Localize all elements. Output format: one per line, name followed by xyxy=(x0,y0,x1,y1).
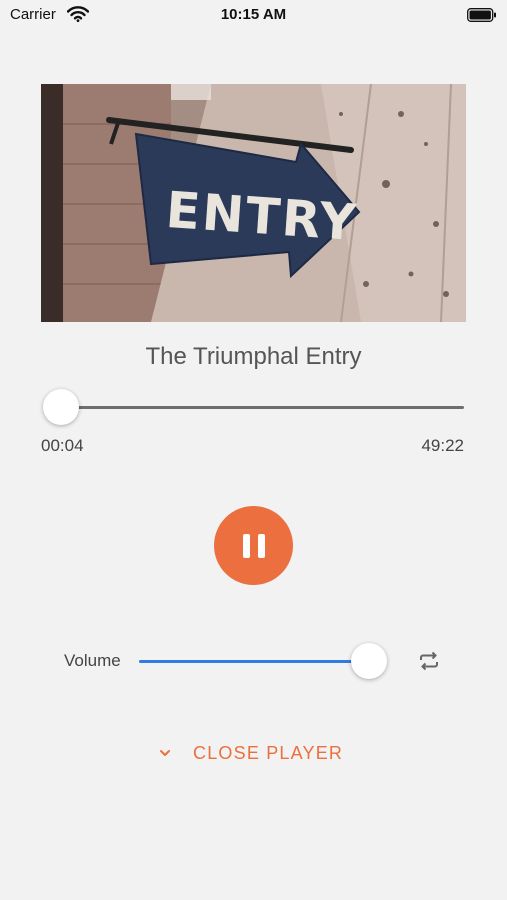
battery-icon xyxy=(467,8,496,22)
chevron-down-icon xyxy=(160,750,170,756)
volume-label: Volume xyxy=(64,651,121,670)
pause-icon xyxy=(242,533,265,558)
status-bar: Carrier 10:15 AM xyxy=(0,0,507,30)
artwork-image: ENTRY xyxy=(41,84,466,322)
volume-slider-track[interactable] xyxy=(139,660,371,663)
clock: 10:15 AM xyxy=(220,6,287,23)
album-artwork: ENTRY xyxy=(41,84,466,322)
close-player-label: CLOSE PLAYER xyxy=(193,742,344,763)
elapsed-time: 00:04 xyxy=(41,436,84,455)
repeat-icon[interactable] xyxy=(418,650,440,672)
volume-slider-thumb[interactable] xyxy=(351,643,387,679)
seek-slider-thumb[interactable] xyxy=(43,389,79,425)
pause-button[interactable] xyxy=(214,506,293,585)
seek-slider-track[interactable] xyxy=(58,406,464,409)
duration-time: 49:22 xyxy=(421,436,464,455)
close-player-button[interactable]: CLOSE PLAYER xyxy=(158,741,343,765)
track-title: The Triumphal Entry xyxy=(145,343,362,370)
